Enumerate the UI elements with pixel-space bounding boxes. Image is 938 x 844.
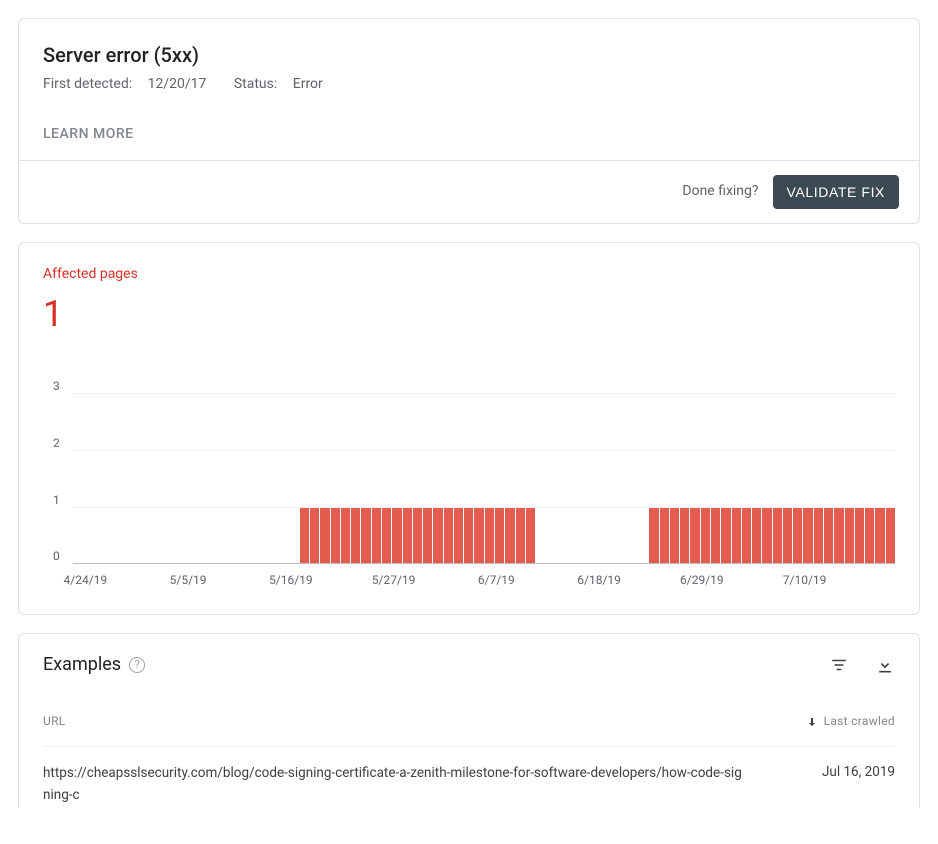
chart-bar (474, 507, 483, 563)
first-detected: First detected: 12/20/17 (43, 76, 222, 92)
chart-bar (752, 507, 761, 563)
x-tick: 5/16/19 (269, 572, 313, 589)
x-tick: 4/24/19 (64, 572, 108, 589)
error-status-card: Server error (5xx) First detected: 12/20… (18, 18, 920, 224)
chart-bar (464, 507, 473, 563)
chart-bar (351, 507, 360, 563)
download-icon[interactable] (875, 655, 895, 675)
chart-bar (690, 507, 699, 563)
chart-bar (886, 507, 895, 563)
y-tick: 2 (53, 435, 60, 452)
done-fixing-label: Done fixing? (682, 182, 758, 202)
chart-bar (742, 507, 751, 563)
chart-bar (413, 507, 422, 563)
examples-table-header: URL Last crawled (43, 703, 895, 746)
chart-bar (649, 507, 658, 563)
x-tick: 6/7/19 (478, 572, 515, 589)
chart-bar (423, 507, 432, 563)
chart-bar (300, 507, 309, 563)
chart-bar (773, 507, 782, 563)
chart-bar (433, 507, 442, 563)
chart-bar (721, 507, 730, 563)
x-tick: 5/27/19 (372, 572, 416, 589)
status: Status: Error (234, 76, 335, 92)
chart-bar (361, 507, 370, 563)
chart-bar (875, 507, 884, 563)
chart-bar (824, 507, 833, 563)
chart-bar (855, 507, 864, 563)
chart-bar (865, 507, 874, 563)
gridline (73, 393, 895, 394)
gridline (73, 450, 895, 451)
affected-pages-count: 1 (43, 289, 895, 339)
chart-bar (372, 507, 381, 563)
chart-bar (793, 507, 802, 563)
affected-pages-label: Affected pages (43, 265, 895, 285)
y-tick: 1 (53, 492, 60, 509)
chart-bar (516, 507, 525, 563)
affected-pages-card: Affected pages 1 0 1 2 3 4/24/19 5/5/19 5/16/… (18, 242, 920, 615)
chart-bar (495, 507, 504, 563)
example-url: https://cheapsslsecurity.com/blog/code-s… (43, 763, 745, 806)
x-tick: 7/10/19 (783, 572, 827, 589)
examples-card: Examples ? URL Last crawled https://chea… (18, 633, 920, 808)
y-tick: 3 (53, 378, 60, 395)
error-title: Server error (5xx) (43, 41, 895, 69)
affected-pages-chart: 0 1 2 3 4/24/19 5/5/19 5/16/19 5/27/19 6/7/19 6/… (43, 379, 895, 594)
chart-bar (320, 507, 329, 563)
help-icon[interactable]: ? (129, 657, 145, 673)
chart-bar (834, 507, 843, 563)
chart-bar (660, 507, 669, 563)
filter-icon[interactable] (829, 655, 849, 675)
chart-bar (403, 507, 412, 563)
chart-bar (732, 507, 741, 563)
gridline (73, 507, 895, 508)
chart-bar (762, 507, 771, 563)
x-tick: 6/18/19 (577, 572, 621, 589)
y-tick: 0 (53, 548, 60, 565)
last-crawled-column-header[interactable]: Last crawled (745, 713, 895, 730)
learn-more-link[interactable]: LEARN MORE (43, 125, 895, 145)
chart-bar (444, 507, 453, 563)
x-tick: 6/29/19 (680, 572, 724, 589)
sort-descending-icon (806, 716, 818, 728)
chart-bar (485, 507, 494, 563)
x-tick: 5/5/19 (170, 572, 207, 589)
validate-fix-button[interactable]: VALIDATE FIX (773, 175, 899, 209)
table-row[interactable]: https://cheapsslsecurity.com/blog/code-s… (43, 746, 895, 808)
chart-bar (454, 507, 463, 563)
chart-bar (814, 507, 823, 563)
chart-bar (526, 507, 535, 563)
chart-bar (680, 507, 689, 563)
url-column-header[interactable]: URL (43, 713, 745, 730)
chart-bar (803, 507, 812, 563)
chart-bar (505, 507, 514, 563)
example-last-crawled: Jul 16, 2019 (745, 763, 895, 782)
chart-bar (701, 507, 710, 563)
chart-bar (341, 507, 350, 563)
chart-bar (670, 507, 679, 563)
chart-bar (382, 507, 391, 563)
chart-bar (331, 507, 340, 563)
chart-bar (783, 507, 792, 563)
chart-bar (392, 507, 401, 563)
chart-bar (845, 507, 854, 563)
chart-bar (310, 507, 319, 563)
chart-bar (711, 507, 720, 563)
examples-title: Examples (43, 652, 121, 677)
